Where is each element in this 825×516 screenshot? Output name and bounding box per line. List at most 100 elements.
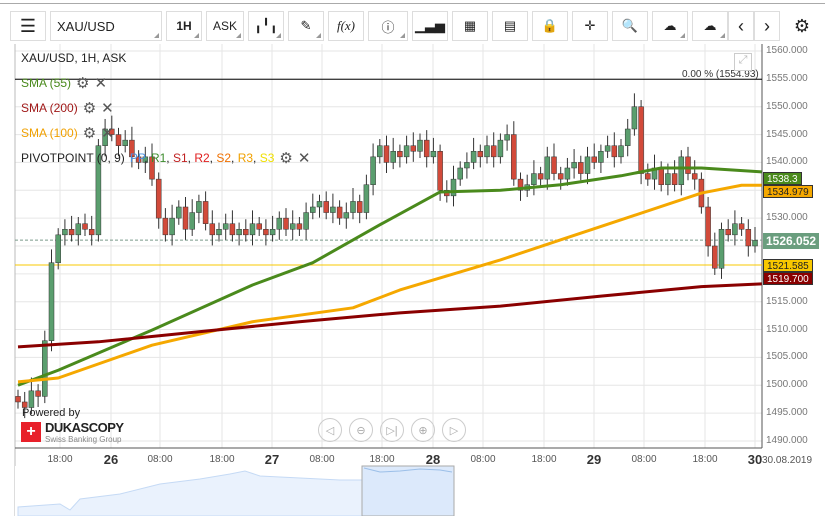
price-label: 1505.000 (766, 351, 808, 363)
candle-down (263, 229, 269, 236)
scroll-right-button[interactable]: ▷ (442, 418, 466, 442)
sma55-tag: 1538.3 (763, 172, 802, 185)
candle-up (289, 223, 296, 230)
candle-up (718, 229, 725, 269)
gear-icon[interactable]: ⚙ (76, 74, 89, 92)
period-select[interactable]: 1H (166, 11, 202, 41)
indicators-button[interactable]: f(x) (328, 11, 364, 41)
crosshair-button[interactable]: ✛ (572, 11, 608, 41)
volume-button[interactable]: ▁▃▅ (412, 11, 448, 41)
candle-down (209, 223, 216, 236)
news-button[interactable]: ▤ (492, 11, 528, 41)
candle-up (189, 212, 195, 230)
close-icon[interactable]: ✕ (101, 99, 114, 117)
zoom-button[interactable]: 🔍 (612, 11, 648, 41)
candle-down (638, 106, 644, 174)
separator: , (144, 151, 151, 165)
skip-end-icon: ▷| (386, 424, 398, 437)
info-icon: ⓘ (381, 19, 395, 35)
navigator-window (361, 465, 455, 516)
pivot-parts: PP, R1, S1, R2, S2, R3, S3 (130, 151, 275, 165)
menu-button[interactable]: ☰ (10, 11, 46, 41)
candle-down (712, 245, 718, 269)
zoom-in-button[interactable]: ⊕ (411, 418, 435, 442)
candle-up (457, 167, 463, 180)
candle-up (598, 151, 604, 163)
triangle-left-icon: ◁ (325, 424, 335, 437)
sma200-tag: 1519.700 (763, 272, 813, 285)
time-label: 18:00 (47, 454, 73, 465)
settings-button[interactable]: ⚙ (784, 11, 820, 41)
price-chart[interactable] (0, 44, 825, 516)
candle-up (504, 134, 510, 141)
close-icon[interactable]: ✕ (298, 149, 311, 167)
candle-up (249, 223, 256, 236)
candle-down (437, 151, 443, 191)
magnifier-icon: 🔍 (621, 18, 639, 33)
candle-down (685, 156, 691, 174)
price-label: 1490.000 (766, 434, 808, 446)
candle-up (665, 173, 671, 185)
candle-down (745, 229, 752, 247)
candle-up (678, 156, 685, 185)
candle-down (229, 223, 236, 236)
price-label: 1500.000 (766, 379, 808, 391)
gear-icon[interactable]: ⚙ (83, 99, 96, 117)
candle-up (531, 173, 537, 185)
period-label: 1H (176, 19, 192, 33)
pivot-part: R1 (150, 151, 167, 165)
candle-up (752, 240, 758, 247)
candles-icon: ╻╹╻ (254, 18, 278, 33)
side-select[interactable]: ASK (206, 11, 244, 41)
candle-up (350, 201, 356, 213)
instrument-select[interactable]: XAU/USD (50, 11, 162, 41)
candle-down (557, 173, 564, 180)
date-label: 30.08.2019 (762, 455, 813, 466)
candle-up (276, 217, 283, 230)
candle-up (430, 151, 437, 158)
upload-button[interactable]: ☁ (652, 11, 688, 41)
price-label: 1555.000 (766, 72, 808, 84)
chart-title: XAU/USD, 1H, ASK (21, 51, 127, 65)
download-button[interactable]: ☁ (692, 11, 728, 41)
gear-icon[interactable]: ⚙ (83, 124, 96, 142)
separator: , (166, 151, 173, 165)
hamburger-icon: ☰ (19, 15, 37, 36)
lock-button[interactable]: 🔒 (532, 11, 568, 41)
info-button[interactable]: ⓘ (368, 11, 408, 41)
candle-up (55, 234, 61, 263)
candle-down (725, 229, 731, 236)
time-label: 08:00 (470, 454, 496, 465)
draw-button[interactable]: ✎ (288, 11, 324, 41)
scroll-end-button[interactable]: ▷| (380, 418, 404, 442)
prev-button[interactable]: ‹ (728, 11, 754, 41)
expand-icon[interactable]: ⤢ (734, 53, 752, 71)
scroll-left-button[interactable]: ◁ (318, 418, 342, 442)
pivot-part: R3 (237, 151, 254, 165)
price-label: 1560.000 (766, 45, 808, 56)
side-label: ASK (212, 19, 237, 33)
candle-down (511, 134, 517, 180)
gear-icon[interactable]: ⚙ (279, 149, 292, 167)
candle-down (82, 223, 88, 230)
pivot-tag: 1521.585 (763, 259, 813, 272)
price-label: 1540.000 (766, 156, 808, 168)
zoom-out-icon: ⊖ (356, 424, 366, 437)
candle-up (236, 229, 242, 236)
chart-type-button[interactable]: ╻╹╻ (248, 11, 284, 41)
candle-up (732, 223, 738, 236)
time-label: 08:00 (309, 454, 335, 465)
price-label: 1545.000 (766, 128, 808, 140)
close-icon[interactable]: ✕ (94, 74, 107, 92)
instrument-label: XAU/USD (57, 18, 115, 34)
time-label: 30 (747, 452, 763, 467)
candle-up (497, 139, 504, 158)
zoom-out-button[interactable]: ⊖ (349, 418, 373, 442)
close-icon[interactable]: ✕ (101, 124, 114, 142)
candle-up (417, 139, 423, 152)
next-button[interactable]: › (754, 11, 780, 41)
candle-down (296, 223, 303, 230)
candle-up (343, 212, 350, 219)
calendar-button[interactable]: ▦ (452, 11, 488, 41)
dukascopy-logo: + DUKASCOPY Swiss Banking Group (21, 420, 124, 444)
